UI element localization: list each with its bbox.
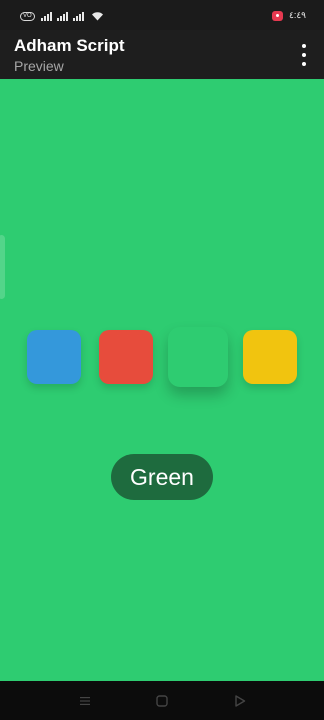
color-swatch-yellow[interactable]	[243, 330, 297, 384]
selected-color-label: Green	[111, 454, 213, 500]
signal-icon	[72, 11, 85, 21]
status-right: ٤:٤٩	[271, 10, 306, 21]
wifi-icon	[91, 12, 103, 21]
home-icon[interactable]	[154, 693, 170, 709]
status-bar: VO ٤:٤٩	[0, 0, 324, 30]
status-indicators: VO	[20, 11, 104, 21]
app-bar: Adham Script Preview	[0, 30, 324, 79]
signal-icon	[56, 11, 69, 21]
app-subtitle: Preview	[14, 58, 64, 74]
signal-icon	[40, 11, 53, 21]
side-drawer-handle[interactable]	[0, 235, 5, 299]
menu-icon[interactable]	[77, 693, 93, 709]
color-swatch-red[interactable]	[99, 330, 153, 384]
volte-badge: VO	[20, 11, 35, 21]
status-time: ٤:٤٩	[288, 10, 306, 20]
screen-record-icon	[271, 10, 283, 21]
overflow-menu-icon[interactable]	[296, 44, 312, 66]
app-screen: VO ٤:٤٩ Adham Script Preview Green	[0, 0, 324, 720]
back-icon[interactable]	[232, 693, 248, 709]
system-nav-bar	[0, 681, 324, 720]
app-title: Adham Script	[14, 36, 125, 55]
color-swatch-green[interactable]	[168, 327, 228, 387]
color-swatch-blue[interactable]	[27, 330, 81, 384]
